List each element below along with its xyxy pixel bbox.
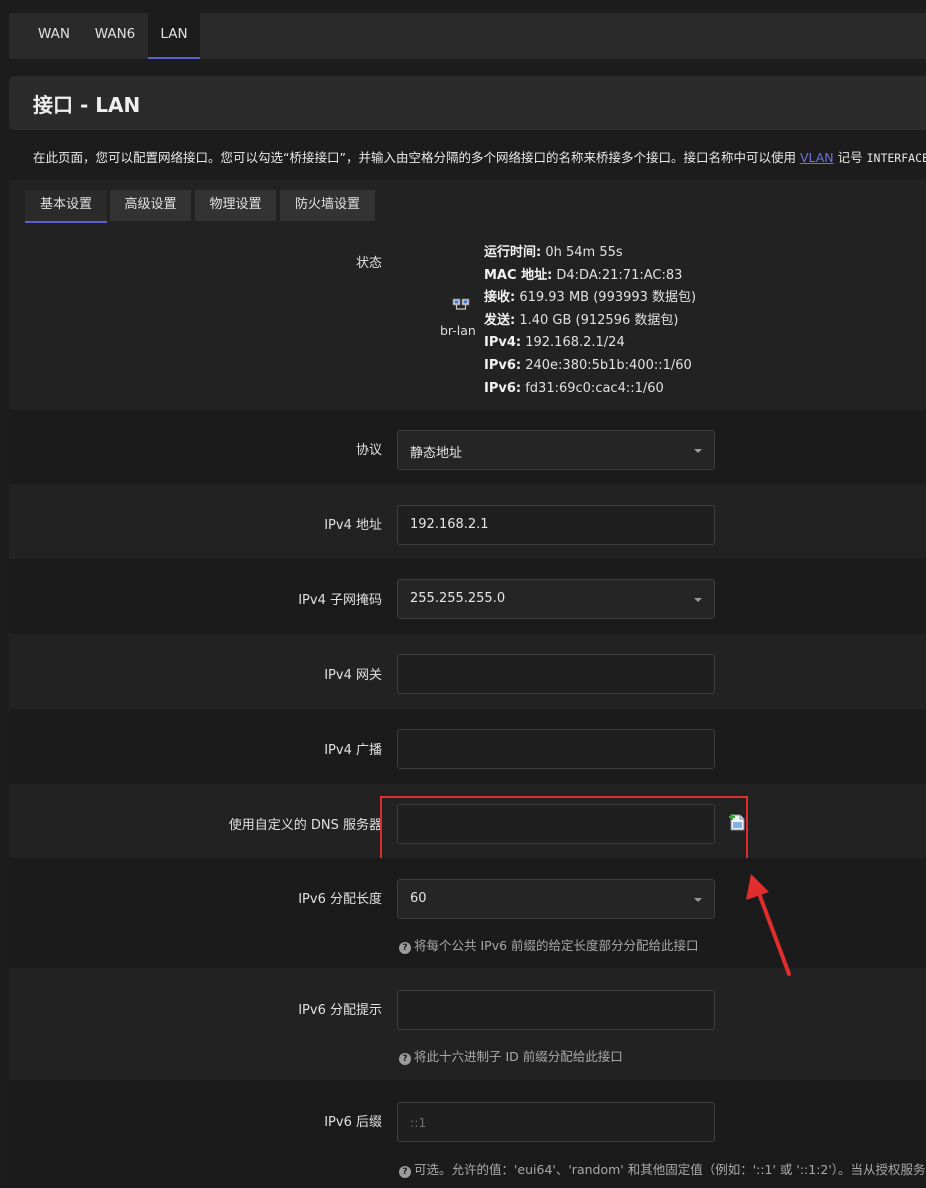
- status-line: IPv4: 192.168.2.1/24: [484, 335, 625, 351]
- page-title: 接口 - LAN: [33, 93, 141, 117]
- status-label: 状态: [355, 256, 382, 271]
- status-info: 运行时间: 0h 54m 55s MAC 地址: D4:DA:21:71:AC:…: [484, 242, 696, 400]
- tab-basic-settings[interactable]: 基本设置: [25, 190, 107, 223]
- description-text: 在此页面，您可以配置网络接口。您可以勾选“桥接接口”，并输入由空格分隔的多个网络…: [33, 150, 800, 165]
- tab-lan[interactable]: LAN: [148, 13, 200, 59]
- dns-highlight-box: [380, 796, 748, 860]
- ipv4-address-row: IPv4 地址 192.168.2.1: [9, 484, 926, 559]
- ipv6-assign-hint: ? 将每个公共 IPv6 前缀的给定长度部分分配给此接口: [399, 935, 699, 954]
- ipv4-address-value: 192.168.2.1: [410, 517, 489, 532]
- ipv6-suffix-label: IPv6 后缀: [324, 1115, 382, 1130]
- ipv4-broadcast-input[interactable]: [397, 729, 715, 769]
- status-line: MAC 地址: D4:DA:21:71:AC:83: [484, 267, 683, 283]
- tab-wan[interactable]: WAN: [25, 13, 83, 59]
- ipv6-hint-row: IPv6 分配提示 ? 将此十六进制子 ID 前缀分配给此接口: [9, 968, 926, 1080]
- protocol-value: 静态地址: [410, 446, 463, 461]
- protocol-label: 协议: [355, 443, 382, 458]
- status-line: 接收: 619.93 MB (993993 数据包): [484, 290, 697, 306]
- ipv4-gateway-label: IPv4 网关: [324, 668, 382, 683]
- dns-label: 使用自定义的 DNS 服务器: [228, 818, 382, 833]
- ipv4-gateway-input[interactable]: [397, 654, 715, 694]
- ipv4-netmask-row: IPv4 子网掩码 255.255.255.0: [9, 559, 926, 634]
- status-line: IPv6: fd31:69c0:cac4::1/60: [484, 380, 664, 396]
- chevron-down-icon: [694, 598, 702, 602]
- ipv4-netmask-label: IPv4 子网掩码: [298, 593, 382, 608]
- help-icon: ?: [399, 1053, 411, 1065]
- vlan-link[interactable]: VLAN: [800, 150, 834, 165]
- ipv6-hint-hint: ? 将此十六进制子 ID 前缀分配给此接口: [399, 1046, 623, 1065]
- ipv6-suffix-placeholder: ::1: [410, 1115, 427, 1130]
- red-arrow-annotation: [746, 874, 791, 976]
- vlan-notation: INTERFACE.VLANNR: [866, 151, 926, 165]
- page-description: 在此页面，您可以配置网络接口。您可以勾选“桥接接口”，并输入由空格分隔的多个网络…: [33, 147, 926, 166]
- ipv4-gateway-row: IPv4 网关: [9, 634, 926, 709]
- tab-physical-settings[interactable]: 物理设置: [195, 190, 276, 221]
- ipv6-suffix-hint: ? 可选。允许的值：'eui64'、'random' 和其他固定值（例如：'::1…: [399, 1159, 926, 1178]
- tab-firewall-settings[interactable]: 防火墙设置: [280, 190, 375, 221]
- ipv6-hint-input[interactable]: [397, 990, 715, 1030]
- help-icon: ?: [399, 1166, 411, 1178]
- ipv6-assign-value: 60: [410, 891, 427, 906]
- status-line: 运行时间: 0h 54m 55s: [484, 245, 623, 260]
- tab-wan6[interactable]: WAN6: [87, 13, 143, 59]
- status-line: 发送: 1.40 GB (912596 数据包): [484, 312, 679, 328]
- ipv6-hint-label: IPv6 分配提示: [298, 1003, 382, 1018]
- ipv6-assign-label: IPv6 分配长度: [298, 892, 382, 907]
- interface-tabs: WAN WAN6 LAN: [9, 13, 926, 59]
- ipv4-address-label: IPv4 地址: [324, 518, 382, 533]
- tab-advanced-settings[interactable]: 高级设置: [110, 190, 191, 221]
- chevron-down-icon: [694, 898, 702, 902]
- bridge-interface-icon: [452, 298, 470, 310]
- ipv4-broadcast-row: IPv4 广播: [9, 709, 926, 784]
- ipv6-assign-select[interactable]: 60: [397, 879, 715, 919]
- ipv4-address-input[interactable]: 192.168.2.1: [397, 505, 715, 545]
- chevron-down-icon: [694, 449, 702, 453]
- protocol-select[interactable]: 静态地址: [397, 430, 715, 470]
- interface-name: br-lan: [440, 323, 476, 338]
- protocol-row: 协议 静态地址: [9, 410, 926, 484]
- ipv4-netmask-select[interactable]: 255.255.255.0: [397, 579, 715, 619]
- ipv6-suffix-input[interactable]: ::1: [397, 1102, 715, 1142]
- ipv4-broadcast-label: IPv4 广播: [324, 743, 382, 758]
- ipv4-netmask-value: 255.255.255.0: [410, 591, 506, 606]
- ipv6-suffix-row: IPv6 后缀 ::1 ? 可选。允许的值：'eui64'、'random' 和其…: [9, 1080, 926, 1188]
- description-text-2: 记号: [833, 150, 867, 165]
- page-header: 接口 - LAN: [9, 76, 926, 130]
- help-icon: ?: [399, 942, 411, 954]
- status-line: IPv6: 240e:380:5b1b:400::1/60: [484, 357, 692, 373]
